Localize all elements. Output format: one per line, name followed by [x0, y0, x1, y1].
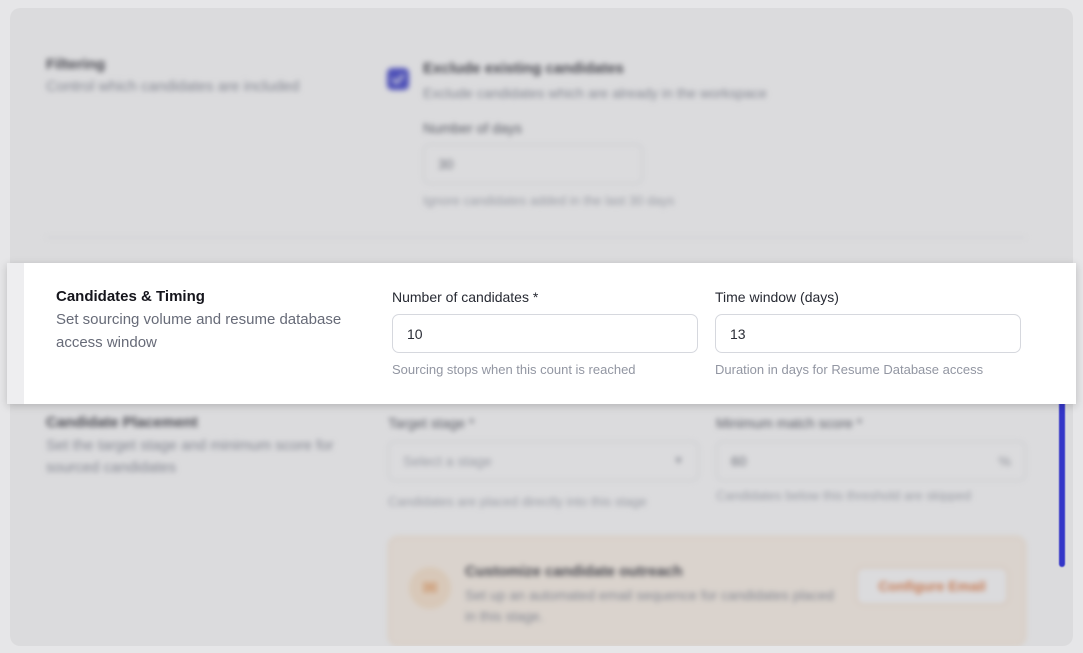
scrollbar-thumb[interactable]: [1059, 395, 1065, 567]
time-window-input[interactable]: [715, 314, 1021, 353]
target-stage-hint: Candidates are placed directly into this…: [388, 494, 647, 509]
candidates-timing-description: Set sourcing volume and resume database …: [56, 311, 342, 351]
exclude-existing-checkbox[interactable]: [387, 68, 409, 90]
candidates-timing-title: Candidates & Timing: [56, 288, 205, 305]
checkmark-icon: [391, 74, 405, 85]
number-of-days-label: Number of days: [423, 120, 522, 136]
placement-description: Set the target stage and minimum score f…: [46, 437, 334, 476]
candidates-timing-section: Candidates & Timing Set sourcing volume …: [7, 263, 1076, 404]
placement-title: Candidate Placement: [46, 414, 198, 431]
number-of-days-hint: Ignore candidates added in the last 30 d…: [423, 193, 675, 208]
exclude-existing-description: Exclude candidates which are already in …: [423, 85, 767, 101]
filtering-title: Filtering: [46, 56, 106, 73]
configure-email-button[interactable]: Configure Email: [856, 567, 1008, 605]
outreach-callout: ✉ Customize candidate outreach Set up an…: [388, 536, 1026, 646]
chevron-down-icon: ▼: [673, 455, 684, 467]
target-stage-select[interactable]: Select a stage ▼: [388, 441, 699, 481]
outreach-title: Customize candidate outreach: [465, 563, 683, 580]
min-score-hint: Candidates below this threshold are skip…: [716, 488, 972, 503]
target-stage-label: Target stage *: [388, 415, 475, 431]
time-window-label: Time window (days): [715, 289, 839, 305]
min-score-value: 60: [731, 453, 747, 469]
number-of-candidates-input[interactable]: [392, 314, 698, 353]
modal-stage: Filtering Control which candidates are i…: [0, 0, 1083, 653]
number-of-candidates-label: Number of candidates *: [392, 289, 539, 305]
min-score-label: Minimum match score *: [716, 415, 863, 431]
email-icon: ✉: [409, 567, 451, 609]
number-of-days-input[interactable]: 30: [423, 144, 643, 184]
min-score-input[interactable]: 60 %: [716, 441, 1026, 481]
time-window-hint: Duration in days for Resume Database acc…: [715, 362, 984, 377]
section-divider: [46, 237, 1026, 238]
percent-unit: %: [998, 453, 1011, 469]
outreach-description: Set up an automated email sequence for c…: [465, 587, 834, 624]
number-of-candidates-hint: Sourcing stops when this count is reache…: [392, 362, 636, 377]
exclude-existing-label: Exclude existing candidates: [423, 60, 624, 77]
target-stage-placeholder: Select a stage: [403, 453, 492, 469]
filtering-description: Control which candidates are included: [46, 78, 300, 95]
